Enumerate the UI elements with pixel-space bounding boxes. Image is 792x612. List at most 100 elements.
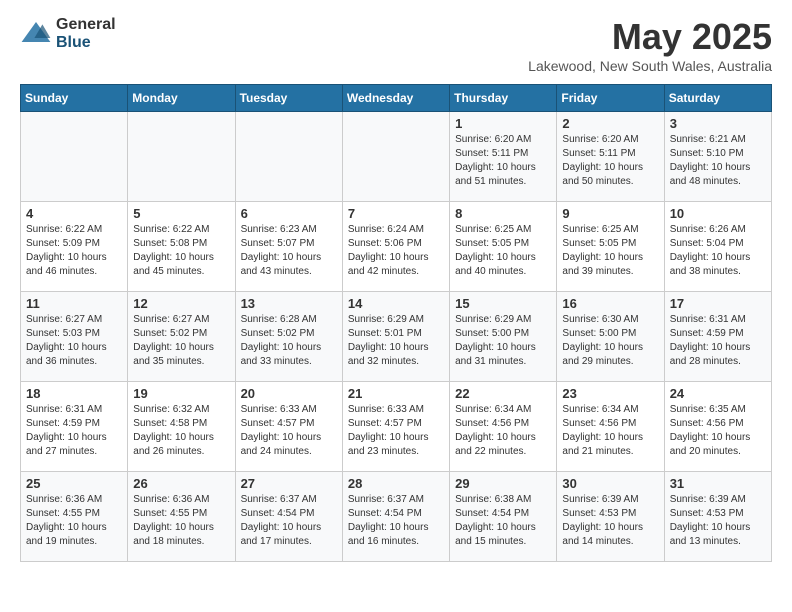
day-number: 9 [562, 206, 658, 221]
day-number: 12 [133, 296, 229, 311]
day-number: 18 [26, 386, 122, 401]
day-info: Sunrise: 6:36 AM Sunset: 4:55 PM Dayligh… [133, 493, 229, 549]
calendar-cell [21, 112, 128, 202]
day-info: Sunrise: 6:37 AM Sunset: 4:54 PM Dayligh… [348, 493, 444, 549]
day-info: Sunrise: 6:30 AM Sunset: 5:00 PM Dayligh… [562, 313, 658, 369]
day-info: Sunrise: 6:31 AM Sunset: 4:59 PM Dayligh… [26, 403, 122, 459]
logo-blue: Blue [56, 34, 116, 52]
day-info: Sunrise: 6:37 AM Sunset: 4:54 PM Dayligh… [241, 493, 337, 549]
day-info: Sunrise: 6:22 AM Sunset: 5:09 PM Dayligh… [26, 223, 122, 279]
header-wednesday: Wednesday [342, 85, 449, 112]
day-number: 14 [348, 296, 444, 311]
calendar-cell [235, 112, 342, 202]
calendar-cell: 4 Sunrise: 6:22 AM Sunset: 5:09 PM Daylig… [21, 202, 128, 292]
day-info: Sunrise: 6:38 AM Sunset: 4:54 PM Dayligh… [455, 493, 551, 549]
day-info: Sunrise: 6:26 AM Sunset: 5:04 PM Dayligh… [670, 223, 766, 279]
day-number: 6 [241, 206, 337, 221]
calendar-cell [128, 112, 235, 202]
day-number: 25 [26, 476, 122, 491]
day-info: Sunrise: 6:35 AM Sunset: 4:56 PM Dayligh… [670, 403, 766, 459]
calendar-cell: 12 Sunrise: 6:27 AM Sunset: 5:02 PM Dayli… [128, 292, 235, 382]
day-info: Sunrise: 6:34 AM Sunset: 4:56 PM Dayligh… [455, 403, 551, 459]
day-info: Sunrise: 6:25 AM Sunset: 5:05 PM Dayligh… [455, 223, 551, 279]
day-number: 27 [241, 476, 337, 491]
day-number: 24 [670, 386, 766, 401]
day-number: 2 [562, 116, 658, 131]
calendar-cell: 13 Sunrise: 6:28 AM Sunset: 5:02 PM Dayli… [235, 292, 342, 382]
header-monday: Monday [128, 85, 235, 112]
calendar-header-row: SundayMondayTuesdayWednesdayThursdayFrid… [21, 85, 772, 112]
day-info: Sunrise: 6:29 AM Sunset: 5:01 PM Dayligh… [348, 313, 444, 369]
day-number: 26 [133, 476, 229, 491]
calendar-table: SundayMondayTuesdayWednesdayThursdayFrid… [20, 84, 772, 562]
calendar-cell: 2 Sunrise: 6:20 AM Sunset: 5:11 PM Daylig… [557, 112, 664, 202]
day-info: Sunrise: 6:39 AM Sunset: 4:53 PM Dayligh… [562, 493, 658, 549]
calendar-cell: 28 Sunrise: 6:37 AM Sunset: 4:54 PM Dayli… [342, 472, 449, 562]
logo-icon [20, 18, 52, 50]
day-number: 11 [26, 296, 122, 311]
calendar-cell: 24 Sunrise: 6:35 AM Sunset: 4:56 PM Dayli… [664, 382, 771, 472]
header-sunday: Sunday [21, 85, 128, 112]
day-number: 15 [455, 296, 551, 311]
day-info: Sunrise: 6:20 AM Sunset: 5:11 PM Dayligh… [562, 133, 658, 189]
day-number: 19 [133, 386, 229, 401]
day-info: Sunrise: 6:25 AM Sunset: 5:05 PM Dayligh… [562, 223, 658, 279]
day-info: Sunrise: 6:21 AM Sunset: 5:10 PM Dayligh… [670, 133, 766, 189]
day-number: 10 [670, 206, 766, 221]
header-tuesday: Tuesday [235, 85, 342, 112]
calendar-cell: 27 Sunrise: 6:37 AM Sunset: 4:54 PM Dayli… [235, 472, 342, 562]
day-number: 7 [348, 206, 444, 221]
day-number: 30 [562, 476, 658, 491]
header-saturday: Saturday [664, 85, 771, 112]
day-info: Sunrise: 6:24 AM Sunset: 5:06 PM Dayligh… [348, 223, 444, 279]
calendar-week-row: 1Sunrise: 6:20 AM Sunset: 5:11 PM Daylig… [21, 112, 772, 202]
calendar-cell: 15 Sunrise: 6:29 AM Sunset: 5:00 PM Dayli… [450, 292, 557, 382]
calendar-week-row: 11 Sunrise: 6:27 AM Sunset: 5:03 PM Dayli… [21, 292, 772, 382]
day-info: Sunrise: 6:22 AM Sunset: 5:08 PM Dayligh… [133, 223, 229, 279]
day-number: 28 [348, 476, 444, 491]
day-number: 29 [455, 476, 551, 491]
day-number: 22 [455, 386, 551, 401]
day-number: 20 [241, 386, 337, 401]
day-number: 13 [241, 296, 337, 311]
calendar-cell: 20 Sunrise: 6:33 AM Sunset: 4:57 PM Dayli… [235, 382, 342, 472]
logo: General Blue [20, 16, 116, 51]
day-number: 31 [670, 476, 766, 491]
calendar-cell: 7 Sunrise: 6:24 AM Sunset: 5:06 PM Daylig… [342, 202, 449, 292]
calendar-cell: 11 Sunrise: 6:27 AM Sunset: 5:03 PM Dayli… [21, 292, 128, 382]
calendar-cell: 10 Sunrise: 6:26 AM Sunset: 5:04 PM Dayli… [664, 202, 771, 292]
calendar-cell: 3 Sunrise: 6:21 AM Sunset: 5:10 PM Daylig… [664, 112, 771, 202]
day-info: Sunrise: 6:27 AM Sunset: 5:02 PM Dayligh… [133, 313, 229, 369]
day-number: 17 [670, 296, 766, 311]
day-number: 16 [562, 296, 658, 311]
calendar-cell: 1Sunrise: 6:20 AM Sunset: 5:11 PM Daylig… [450, 112, 557, 202]
calendar-cell: 23Sunrise: 6:34 AM Sunset: 4:56 PM Dayli… [557, 382, 664, 472]
day-info: Sunrise: 6:27 AM Sunset: 5:03 PM Dayligh… [26, 313, 122, 369]
title-block: May 2025 Lakewood, New South Wales, Aust… [528, 16, 772, 74]
calendar-cell: 8 Sunrise: 6:25 AM Sunset: 5:05 PM Daylig… [450, 202, 557, 292]
calendar-cell: 5Sunrise: 6:22 AM Sunset: 5:08 PM Daylig… [128, 202, 235, 292]
day-info: Sunrise: 6:33 AM Sunset: 4:57 PM Dayligh… [241, 403, 337, 459]
calendar-cell: 9 Sunrise: 6:25 AM Sunset: 5:05 PM Daylig… [557, 202, 664, 292]
calendar-cell: 25Sunrise: 6:36 AM Sunset: 4:55 PM Dayli… [21, 472, 128, 562]
calendar-week-row: 4 Sunrise: 6:22 AM Sunset: 5:09 PM Daylig… [21, 202, 772, 292]
day-number: 21 [348, 386, 444, 401]
day-number: 8 [455, 206, 551, 221]
day-info: Sunrise: 6:28 AM Sunset: 5:02 PM Dayligh… [241, 313, 337, 369]
calendar-cell: 18 Sunrise: 6:31 AM Sunset: 4:59 PM Dayli… [21, 382, 128, 472]
calendar-week-row: 25 Sunrise: 6:36 AM Sunset: 4:55 PM Dayli… [21, 472, 772, 562]
day-info: Sunrise: 6:31 AM Sunset: 4:59 PM Dayligh… [670, 313, 766, 369]
calendar-cell: 21Sunrise: 6:33 AM Sunset: 4:57 PM Dayli… [342, 382, 449, 472]
calendar-cell: 30 Sunrise: 6:39 AM Sunset: 4:53 PM Dayli… [557, 472, 664, 562]
calendar-cell: 29 Sunrise: 6:38 AM Sunset: 4:54 PM Dayli… [450, 472, 557, 562]
calendar-cell: 19 Sunrise: 6:32 AM Sunset: 4:58 PM Dayli… [128, 382, 235, 472]
page-header: General Blue May 2025 Lakewood, New Sout… [20, 16, 772, 74]
header-friday: Friday [557, 85, 664, 112]
day-number: 4 [26, 206, 122, 221]
day-info: Sunrise: 6:23 AM Sunset: 5:07 PM Dayligh… [241, 223, 337, 279]
day-info: Sunrise: 6:29 AM Sunset: 5:00 PM Dayligh… [455, 313, 551, 369]
day-info: Sunrise: 6:32 AM Sunset: 4:58 PM Dayligh… [133, 403, 229, 459]
day-number: 3 [670, 116, 766, 131]
calendar-location: Lakewood, New South Wales, Australia [528, 58, 772, 74]
day-number: 23 [562, 386, 658, 401]
